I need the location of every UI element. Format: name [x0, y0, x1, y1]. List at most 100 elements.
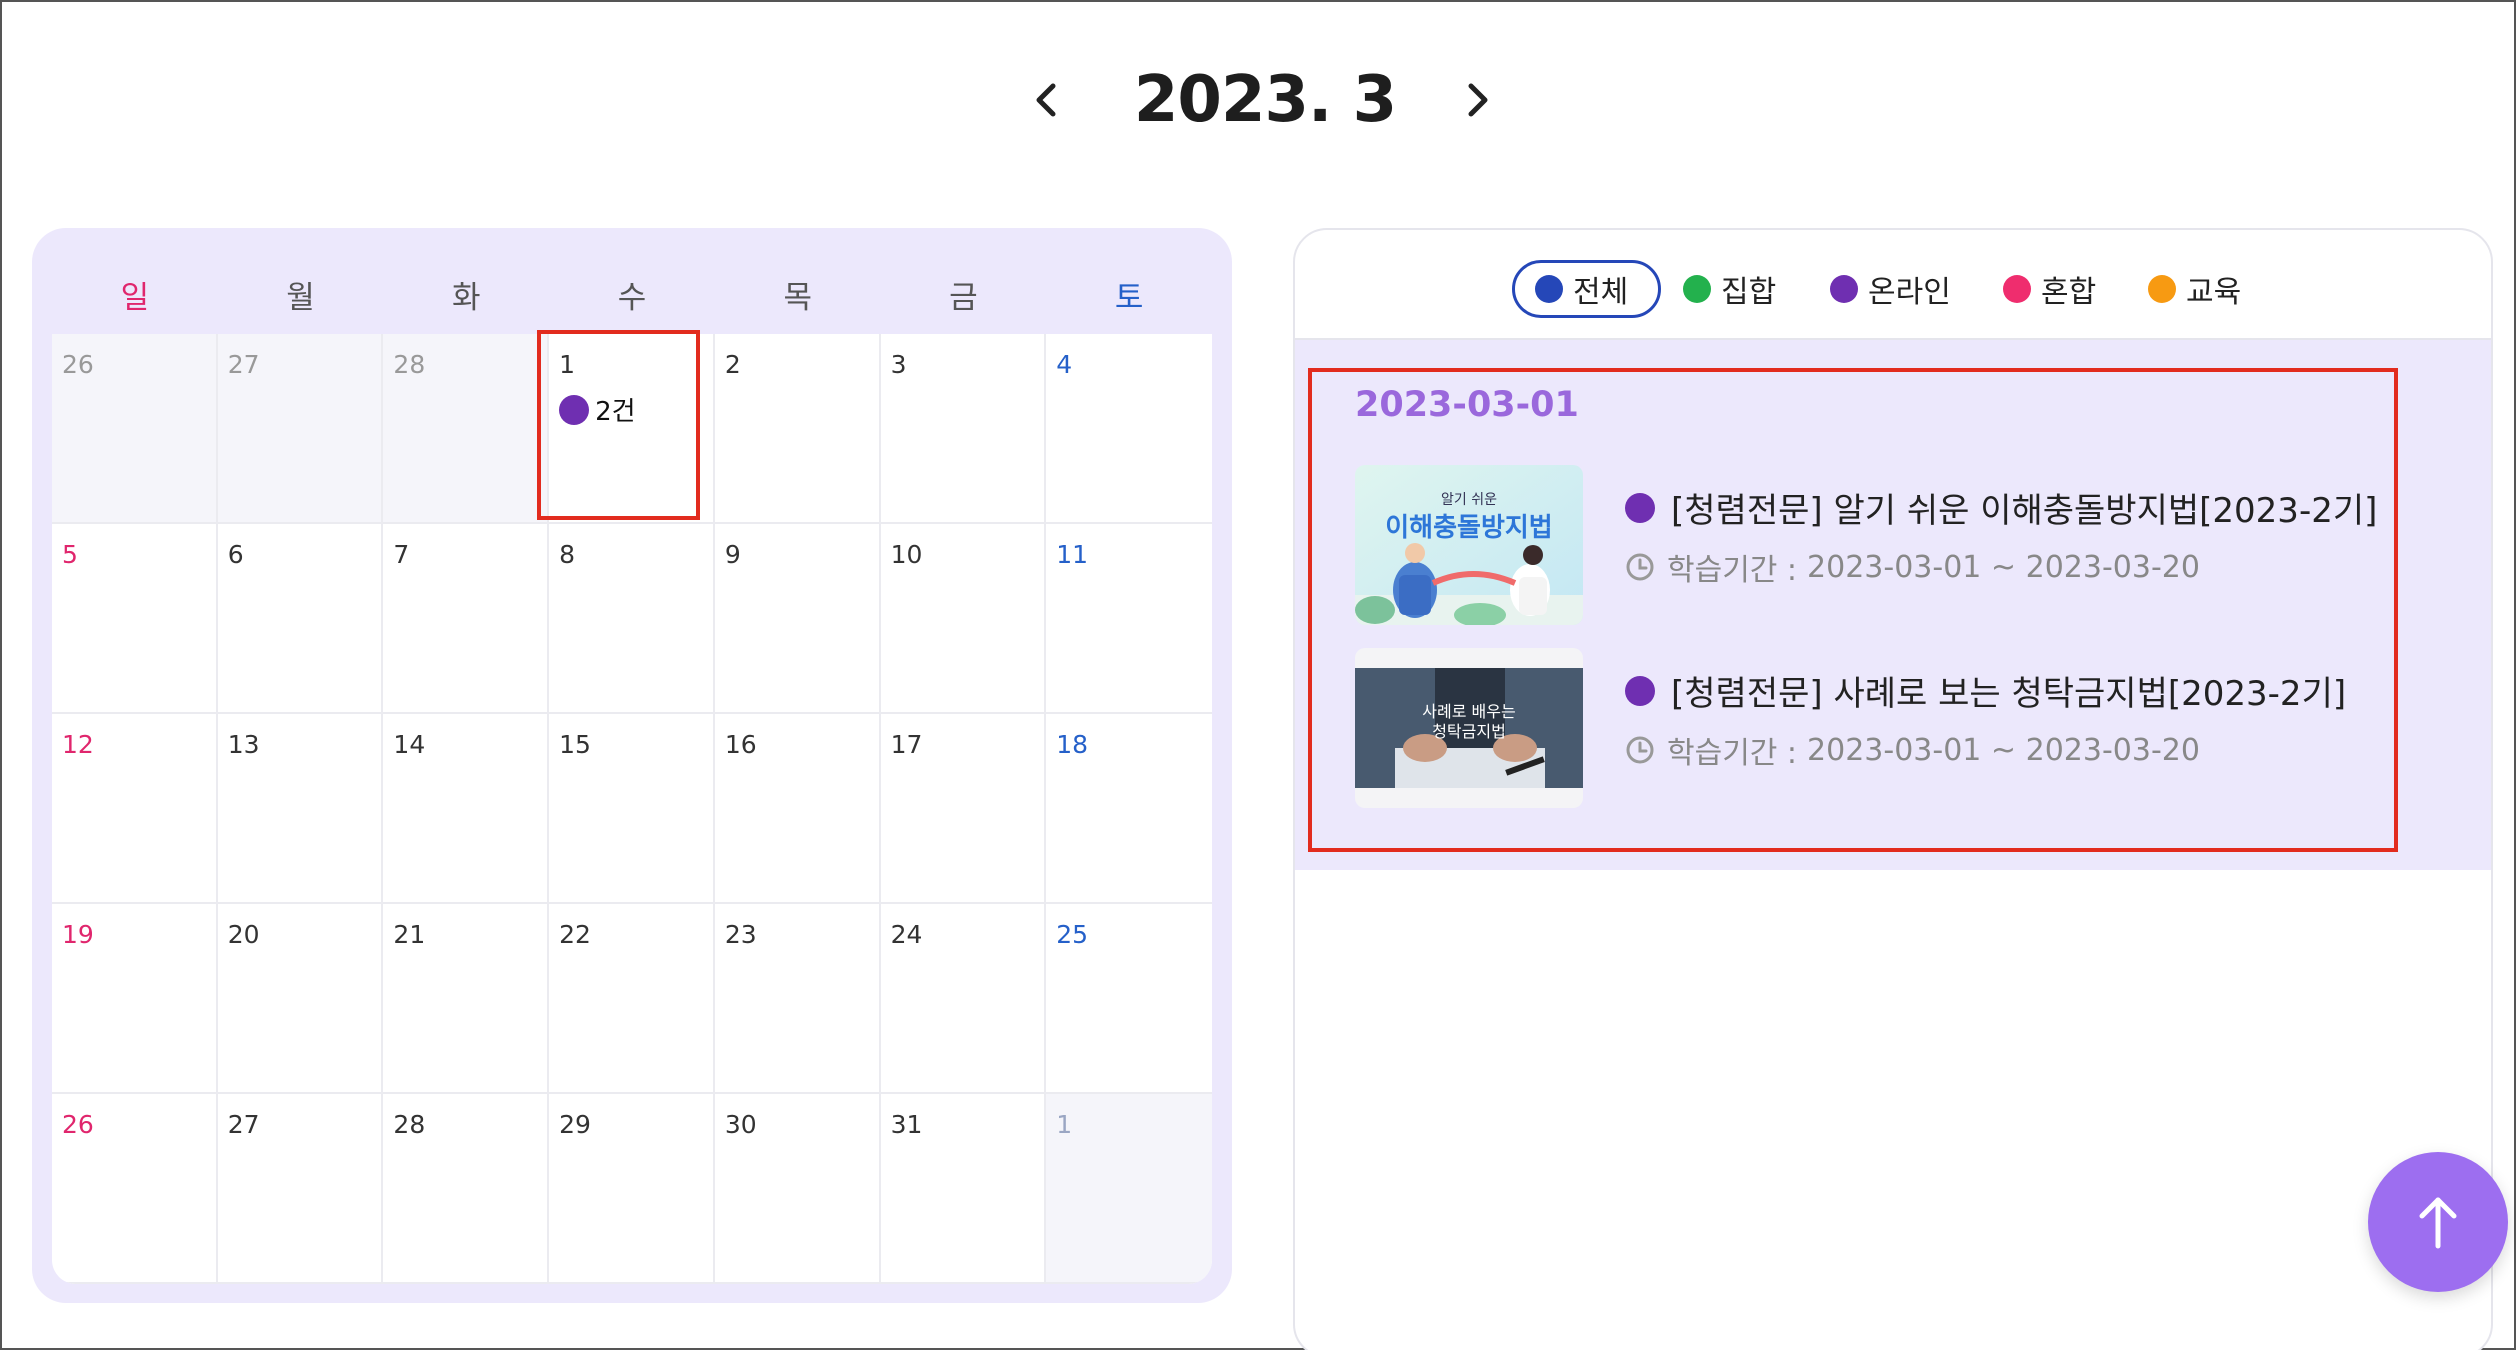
day-number: 1 [559, 350, 576, 379]
calendar-day[interactable]: 19 [52, 904, 218, 1094]
calendar-day[interactable]: 1 2건 [549, 334, 715, 524]
weekday-wed: 수 [617, 279, 647, 316]
day-number: 29 [559, 1110, 591, 1139]
calendar-day[interactable]: 21 [383, 904, 550, 1094]
period-dates: 2023-03-01 ~ 2023-03-20 [1807, 732, 2200, 768]
day-number: 26 [62, 350, 94, 379]
filter-dot [2003, 275, 2031, 303]
next-month-button[interactable] [1448, 65, 1508, 135]
scroll-top-button[interactable] [2368, 1152, 2508, 1292]
calendar-day[interactable]: 6 [217, 524, 384, 714]
calendar-day[interactable]: 7 [383, 524, 550, 714]
calendar-day[interactable]: 15 [549, 714, 715, 904]
day-number: 10 [890, 540, 923, 569]
filter-dot [1535, 275, 1563, 303]
course-title-link[interactable]: [청렴전문] 알기 쉬운 이해충돌방지법[2023-2기] [1625, 483, 2377, 532]
filter-label: 전체 [1573, 275, 1629, 310]
clock-icon [1626, 736, 1654, 764]
period-dates: 2023-03-01 ~ 2023-03-20 [1807, 549, 2200, 585]
filter-blended[interactable]: 혼합 [2003, 260, 2096, 318]
course-title-link[interactable]: [청렴전문] 사례로 보는 청탁금지법[2023-2기] [1625, 666, 2346, 715]
calendar-day[interactable]: 28 [383, 1094, 550, 1284]
calendar-day[interactable]: 8 [549, 524, 715, 714]
day-number: 20 [227, 920, 260, 949]
course-thumbnail[interactable]: 사례로 배우는 청탁금지법 [1355, 648, 1583, 808]
day-number: 27 [227, 1110, 260, 1139]
day-number: 3 [890, 350, 907, 379]
weekday-sat: 토 [1114, 279, 1144, 316]
calendar-day[interactable]: 30 [714, 1094, 881, 1284]
day-number: 22 [559, 920, 591, 949]
day-event-count[interactable]: 2건 [559, 391, 713, 428]
calendar-day[interactable]: 26 [52, 334, 218, 524]
calendar-day[interactable]: 11 [1046, 524, 1212, 714]
calendar-day[interactable]: 18 [1046, 714, 1212, 904]
thumbnail-caption-big: 청탁금지법 [1432, 722, 1506, 741]
day-number: 25 [1056, 920, 1089, 949]
filter-offline[interactable]: 집합 [1683, 260, 1776, 318]
course-period: 학습기간 : 2023-03-01 ~ 2023-03-20 [1625, 545, 2200, 589]
calendar-day[interactable]: 5 [52, 524, 218, 714]
calendar-day[interactable]: 3 [880, 334, 1047, 524]
calendar-day[interactable]: 12 [52, 714, 218, 904]
course-thumbnail[interactable]: 알기 쉬운 이해충돌방지법 [1355, 465, 1583, 625]
calendar-day[interactable]: 26 [52, 1094, 218, 1284]
calendar-day[interactable]: 31 [880, 1094, 1047, 1284]
filter-education[interactable]: 교육 [2148, 260, 2241, 318]
online-dot-icon [559, 394, 590, 425]
course-title: [청렴전문] 알기 쉬운 이해충돌방지법[2023-2기] [1671, 491, 2378, 531]
day-number: 30 [724, 1110, 757, 1139]
day-number: 27 [227, 350, 260, 379]
online-dot-icon [1625, 492, 1655, 523]
calendar-day[interactable]: 10 [880, 524, 1047, 714]
weekday-mon: 월 [286, 279, 315, 316]
day-number: 16 [724, 730, 757, 759]
filter-all[interactable]: 전체 [1512, 260, 1662, 318]
calendar-day[interactable]: 20 [217, 904, 384, 1094]
day-number: 9 [724, 540, 741, 569]
calendar-day[interactable]: 14 [383, 714, 550, 904]
calendar-day[interactable]: 28 [383, 334, 550, 524]
filter-label: 온라인 [1868, 275, 1951, 310]
calendar-day[interactable]: 22 [549, 904, 715, 1094]
day-number: 5 [62, 540, 78, 569]
filter-dot [1830, 275, 1858, 303]
day-number: 6 [227, 540, 244, 569]
filter-dot [1683, 275, 1711, 303]
calendar: 일 월 화 수 목 금 토 26 27 28 1 2건 2 3 4 5 6 7 8 9 10 11 12 13 1… [32, 228, 1232, 1303]
weekday-tue: 화 [452, 279, 481, 316]
calendar-day[interactable]: 2 [714, 334, 881, 524]
day-number: 19 [62, 920, 94, 949]
period-label: 학습기간 : [1667, 553, 1798, 588]
calendar-day[interactable]: 27 [217, 1094, 384, 1284]
day-number: 12 [62, 730, 94, 759]
category-filters: 전체 집합 온라인 혼합 교육 [1295, 230, 2491, 340]
calendar-day[interactable]: 4 [1046, 334, 1212, 524]
calendar-day[interactable]: 16 [714, 714, 881, 904]
course-item[interactable]: 알기 쉬운 이해충돌방지법 [청렴전문] 알기 쉬운 이해충돌방지법[2023-… [1355, 465, 2435, 625]
month-navigation: 2023. 3 [0, 55, 2516, 145]
day-number: 23 [724, 920, 757, 949]
month-title: 2023. 3 [1133, 63, 1397, 137]
calendar-day[interactable]: 27 [217, 334, 384, 524]
day-number: 4 [1056, 350, 1073, 379]
calendar-day[interactable]: 13 [217, 714, 384, 904]
filter-online[interactable]: 온라인 [1830, 260, 1951, 318]
calendar-day[interactable]: 9 [714, 524, 881, 714]
schedule-date: 2023-03-01 [1355, 385, 1579, 425]
calendar-day[interactable]: 29 [549, 1094, 715, 1284]
prev-month-button[interactable] [1016, 65, 1076, 135]
day-number: 24 [890, 920, 923, 949]
calendar-day[interactable]: 1 [1046, 1094, 1212, 1284]
calendar-day[interactable]: 23 [714, 904, 881, 1094]
period-label: 학습기간 : [1667, 736, 1798, 771]
weekday-thu: 목 [783, 279, 812, 316]
calendar-day[interactable]: 25 [1046, 904, 1212, 1094]
filter-label: 집합 [1721, 275, 1777, 310]
day-number: 14 [393, 730, 426, 759]
calendar-day[interactable]: 24 [880, 904, 1047, 1094]
event-count-label: 2건 [595, 397, 636, 427]
calendar-day[interactable]: 17 [880, 714, 1047, 904]
day-number: 28 [393, 350, 426, 379]
course-item[interactable]: 사례로 배우는 청탁금지법 [청렴전문] 사례로 보는 청탁금지법[2023-2… [1355, 648, 2435, 808]
